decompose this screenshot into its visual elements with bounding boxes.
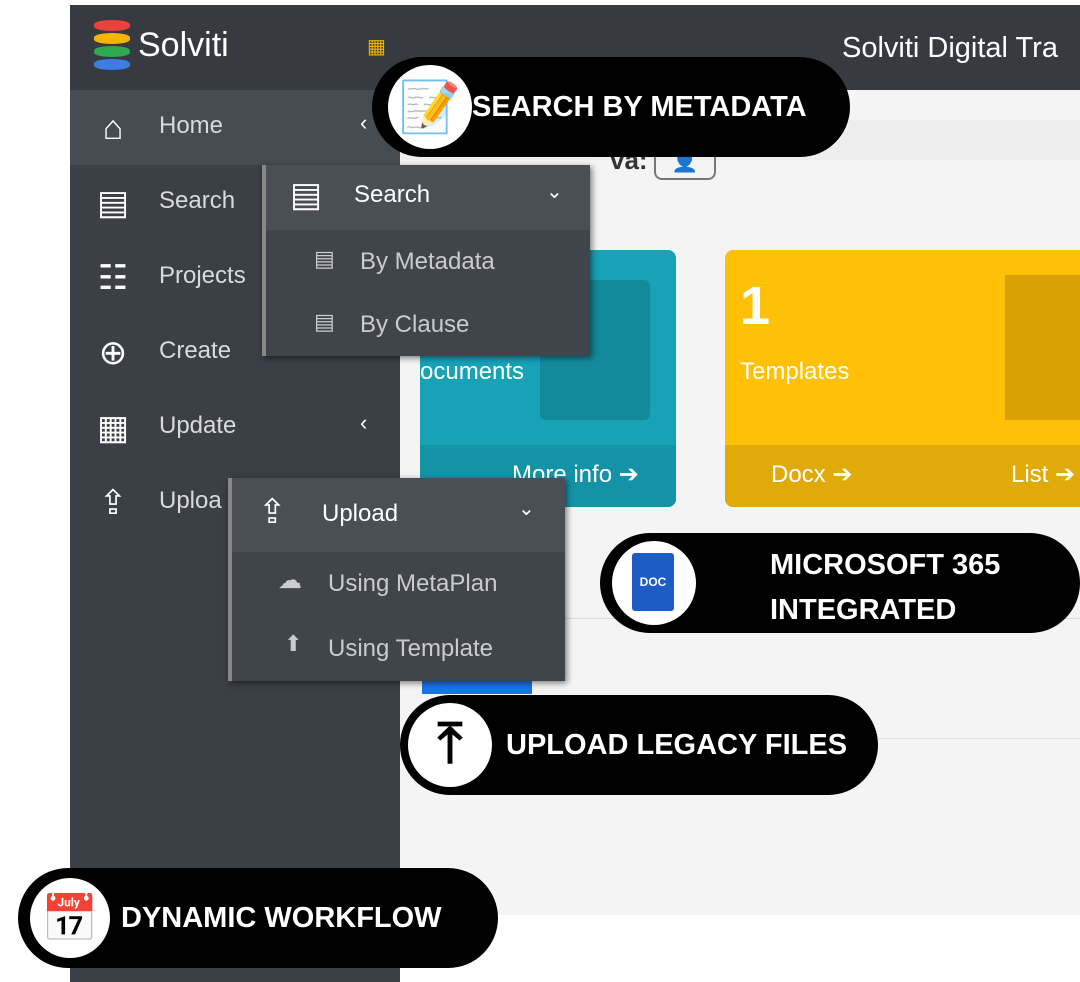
menu-item-by-clause[interactable]: ▤ By Clause xyxy=(266,293,590,356)
list-link[interactable]: List ➔ xyxy=(1011,460,1075,489)
qr-code-icon[interactable]: ▦ xyxy=(367,36,389,58)
solviti-logo xyxy=(94,20,130,72)
list-icon: ▤ xyxy=(314,246,335,271)
callout-search-by-metadata: 📝 SEARCH BY METADATA xyxy=(372,57,850,157)
search-doc-icon: ▤ xyxy=(96,184,130,222)
templates-card: 1 Templates Docx ➔ List ➔ xyxy=(725,250,1080,507)
chevron-left-icon: ‹ xyxy=(360,410,368,435)
update-icon: ▦ xyxy=(96,409,130,447)
calendar-clock-icon: 📅 xyxy=(30,878,110,958)
doc-file-icon: DOC xyxy=(612,541,696,625)
cloud-upload-icon: ☁ xyxy=(278,567,302,594)
menu-item-using-template[interactable]: ⬆ Using Template xyxy=(232,615,565,681)
home-icon: ⌂ xyxy=(102,109,124,147)
callout-upload-legacy-files: ⤒ UPLOAD LEGACY FILES xyxy=(400,695,878,795)
upload-icon: ⇪ xyxy=(258,493,287,531)
upload-flyout-menu: ⇪ Upload ⌄ ☁ Using MetaPlan ⬆ Using Template xyxy=(228,478,565,681)
create-doc-icon: ⊕ xyxy=(98,334,128,372)
search-menu-header[interactable]: ▤ Search ⌄ xyxy=(266,165,590,230)
checklist-pen-icon: 📝 xyxy=(388,65,472,149)
chevron-left-icon: ‹ xyxy=(360,110,368,135)
projects-icon: ☷ xyxy=(97,259,129,297)
chevron-down-icon: ⌄ xyxy=(546,181,563,203)
callout-microsoft-365: DOC MICROSOFT 365 INTEGRATED xyxy=(600,533,1080,633)
file-upload-icon: ⬆ xyxy=(284,631,303,656)
docx-link[interactable]: Docx ➔ xyxy=(771,460,852,489)
sidebar-item-home[interactable]: ⌂ Home ‹ xyxy=(70,90,400,165)
upload-tray-icon: ⤒ xyxy=(408,703,492,787)
search-doc-icon: ▤ xyxy=(290,176,323,214)
word-icon xyxy=(1005,275,1080,420)
upload-menu-header[interactable]: ⇪ Upload ⌄ xyxy=(232,478,565,552)
menu-item-using-metaplan[interactable]: ☁ Using MetaPlan xyxy=(232,552,565,615)
upload-icon: ⇪ xyxy=(98,484,128,522)
menu-item-by-metadata[interactable]: ▤ By Metadata xyxy=(266,230,590,293)
chevron-down-icon: ⌄ xyxy=(518,498,535,520)
sidebar-item-update[interactable]: ▦ Update ‹ xyxy=(70,390,400,465)
callout-dynamic-workflow: 📅 DYNAMIC WORKFLOW xyxy=(18,868,498,968)
list-icon: ▤ xyxy=(314,309,335,334)
app-title: Solviti Digital Tra xyxy=(842,32,1058,64)
search-flyout-menu: ▤ Search ⌄ ▤ By Metadata ▤ By Clause xyxy=(262,165,590,356)
brand-name: Solviti xyxy=(138,26,229,64)
